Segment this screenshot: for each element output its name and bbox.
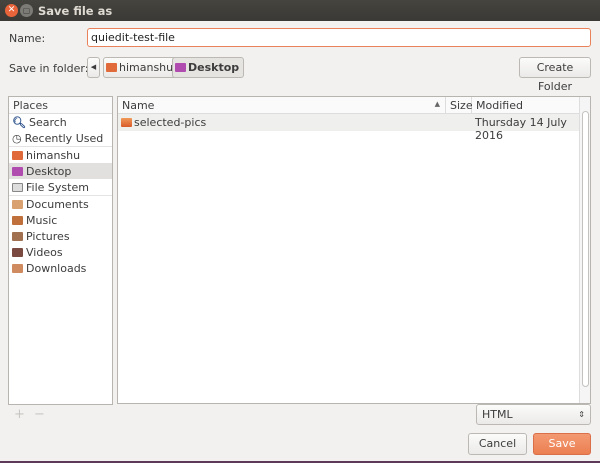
file-type-value: HTML bbox=[482, 408, 513, 421]
add-place-button[interactable]: + bbox=[14, 407, 25, 422]
remove-place-button[interactable]: − bbox=[34, 407, 45, 422]
desktop-icon bbox=[12, 166, 23, 176]
save-button[interactable]: Save bbox=[533, 433, 591, 455]
table-row[interactable]: selected-pics Thursday 14 July 2016 bbox=[118, 114, 580, 142]
sidebar-item-music[interactable]: Music bbox=[9, 212, 112, 228]
file-modified: Thursday 14 July 2016 bbox=[475, 116, 567, 142]
item-label: File System bbox=[26, 180, 89, 194]
desktop-icon bbox=[175, 63, 186, 72]
places-header: Places bbox=[9, 97, 112, 114]
item-label: Recently Used bbox=[24, 131, 104, 145]
path-label: himanshu bbox=[119, 61, 174, 74]
column-header-name[interactable]: Name ▲ bbox=[118, 97, 446, 114]
vertical-scrollbar[interactable] bbox=[579, 97, 590, 403]
file-name: selected-pics bbox=[134, 116, 207, 129]
close-icon[interactable]: ✕ bbox=[5, 4, 18, 17]
downloads-icon bbox=[12, 263, 23, 273]
drive-icon bbox=[12, 182, 23, 192]
item-label: Desktop bbox=[26, 164, 72, 178]
sidebar-item-file-system[interactable]: File System bbox=[9, 179, 112, 195]
item-label: Search bbox=[28, 115, 67, 129]
file-type-select[interactable]: HTML ⇕ bbox=[476, 404, 591, 425]
column-header-size[interactable]: Size bbox=[446, 97, 473, 114]
sidebar-item-documents[interactable]: Documents bbox=[9, 196, 112, 212]
sidebar-item-himanshu[interactable]: himanshu bbox=[9, 147, 112, 163]
clock-icon: ◷ bbox=[12, 131, 22, 145]
folder-icon bbox=[121, 118, 132, 127]
path-button-himanshu[interactable]: himanshu bbox=[103, 57, 179, 78]
videos-icon bbox=[12, 247, 23, 257]
item-label: Videos bbox=[26, 245, 63, 259]
documents-icon bbox=[12, 199, 23, 209]
path-label: Desktop bbox=[188, 61, 240, 74]
item-label: himanshu bbox=[26, 148, 81, 162]
item-label: Pictures bbox=[26, 229, 70, 243]
pictures-icon bbox=[12, 231, 23, 241]
name-label: Name: bbox=[9, 32, 46, 45]
chevron-left-icon: ◀ bbox=[90, 63, 97, 71]
sidebar-item-search[interactable]: 🔍︎ Search bbox=[9, 114, 112, 130]
places-sidebar: Places 🔍︎ Search ◷ Recently Used himanshu … bbox=[8, 96, 113, 405]
cancel-button[interactable]: Cancel bbox=[468, 433, 527, 455]
window-title: Save file as bbox=[38, 4, 113, 18]
column-header-modified[interactable]: Modified bbox=[472, 97, 580, 114]
title-bar: ✕ ▢ Save file as bbox=[0, 0, 600, 21]
save-in-folder-label: Save in folder: bbox=[9, 62, 89, 75]
file-list: Name ▲ Size Modified selected-pics Thursd… bbox=[117, 96, 591, 404]
home-folder-icon bbox=[106, 63, 117, 72]
scrollbar-thumb[interactable] bbox=[582, 111, 589, 387]
sidebar-item-pictures[interactable]: Pictures bbox=[9, 228, 112, 244]
updown-icon: ⇕ bbox=[578, 410, 585, 419]
sort-ascending-icon: ▲ bbox=[434, 100, 440, 108]
path-back-button[interactable]: ◀ bbox=[87, 57, 100, 78]
sidebar-item-recently-used[interactable]: ◷ Recently Used bbox=[9, 130, 112, 146]
item-label: Documents bbox=[26, 197, 89, 211]
item-label: Music bbox=[26, 213, 58, 227]
search-icon: 🔍︎ bbox=[12, 115, 26, 129]
item-label: Downloads bbox=[26, 261, 87, 275]
sidebar-item-videos[interactable]: Videos bbox=[9, 244, 112, 260]
create-folder-button[interactable]: Create Folder bbox=[519, 57, 591, 93]
sidebar-item-downloads[interactable]: Downloads bbox=[9, 260, 112, 276]
sidebar-item-desktop[interactable]: Desktop bbox=[9, 163, 112, 179]
name-input[interactable]: quiedit-test-file bbox=[87, 28, 591, 47]
column-label: Name bbox=[122, 99, 155, 112]
path-button-desktop[interactable]: Desktop bbox=[172, 57, 245, 78]
minimize-icon[interactable]: ▢ bbox=[20, 4, 33, 17]
home-folder-icon bbox=[12, 150, 23, 160]
music-icon bbox=[12, 215, 23, 225]
